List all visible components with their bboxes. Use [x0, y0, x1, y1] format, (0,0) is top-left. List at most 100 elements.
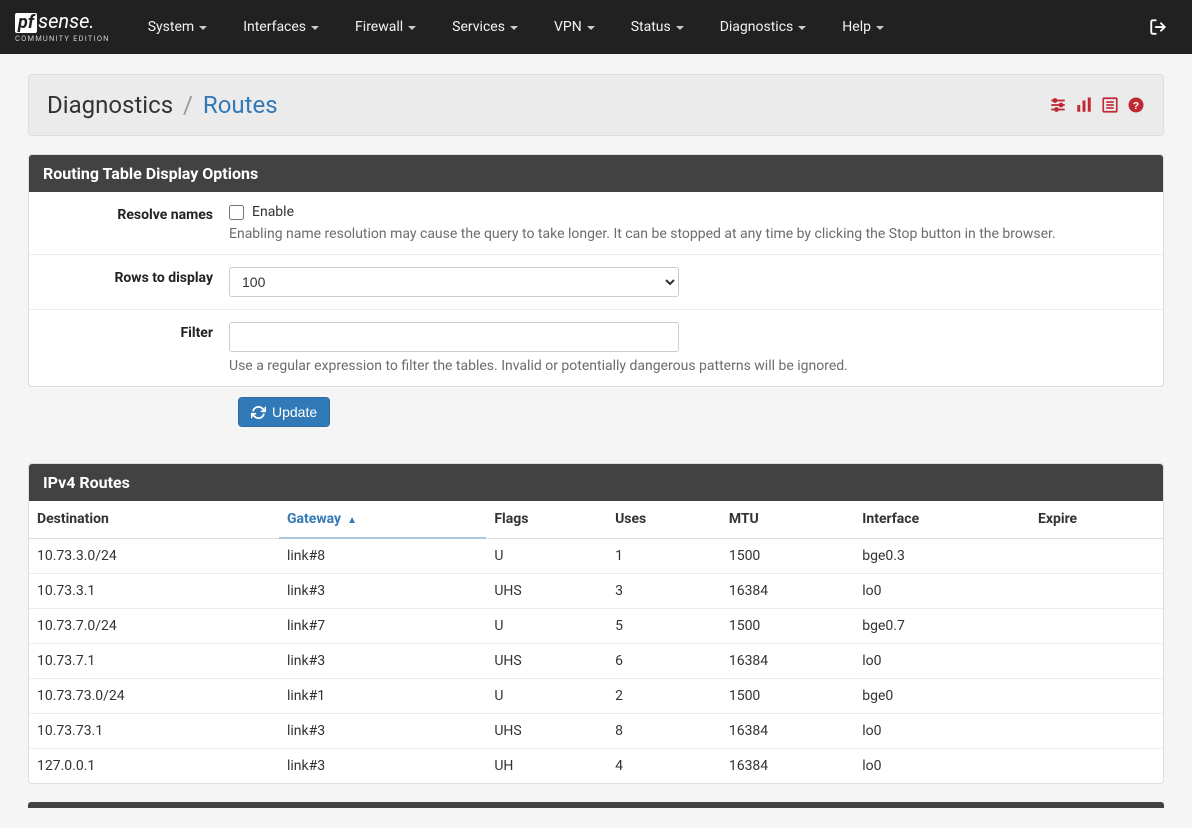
nav-item-system[interactable]: System	[130, 2, 225, 52]
col-destination[interactable]: Destination	[29, 501, 279, 538]
cell-gateway: link#3	[279, 749, 486, 784]
cell-uses: 6	[607, 644, 721, 679]
cell-destination: 10.73.3.1	[29, 574, 279, 609]
cell-mtu: 16384	[721, 714, 854, 749]
ipv4-routes-table: Destination Gateway▲ Flags Uses MTU Inte…	[29, 501, 1163, 783]
cell-uses: 2	[607, 679, 721, 714]
breadcrumb-current[interactable]: Routes	[203, 91, 278, 119]
caret-down-icon	[798, 26, 806, 30]
breadcrumb-section[interactable]: Diagnostics	[47, 91, 173, 119]
nav-item-label: Interfaces	[243, 19, 306, 35]
update-button[interactable]: Update	[238, 397, 330, 427]
nav-item-label: System	[148, 19, 194, 35]
table-row[interactable]: 10.73.3.1link#3UHS316384lo0	[29, 574, 1163, 609]
table-row[interactable]: 10.73.3.0/24link#8U11500bge0.3	[29, 538, 1163, 574]
cell-expire	[1030, 679, 1163, 714]
resolve-names-checkbox[interactable]	[229, 205, 244, 220]
table-header-row: Destination Gateway▲ Flags Uses MTU Inte…	[29, 501, 1163, 538]
cell-gateway: link#8	[279, 538, 486, 574]
cell-mtu: 1500	[721, 679, 854, 714]
nav-item-label: Status	[631, 19, 671, 35]
table-row[interactable]: 127.0.0.1link#3UH416384lo0	[29, 749, 1163, 784]
cell-mtu: 1500	[721, 538, 854, 574]
breadcrumb-separator: /	[183, 91, 193, 119]
col-uses[interactable]: Uses	[607, 501, 721, 538]
cell-interface: lo0	[854, 574, 1030, 609]
cell-interface: lo0	[854, 749, 1030, 784]
next-panel-edge	[28, 802, 1164, 808]
caret-down-icon	[408, 26, 416, 30]
nav-item-interfaces[interactable]: Interfaces	[225, 2, 337, 52]
cell-uses: 4	[607, 749, 721, 784]
cell-flags: UH	[486, 749, 607, 784]
col-expire[interactable]: Expire	[1030, 501, 1163, 538]
nav-item-label: Firewall	[355, 19, 403, 35]
nav-item-label: Help	[842, 19, 871, 35]
table-row[interactable]: 10.73.73.1link#3UHS816384lo0	[29, 714, 1163, 749]
cell-flags: UHS	[486, 714, 607, 749]
rows-to-display-label: Rows to display	[39, 267, 229, 286]
col-flags[interactable]: Flags	[486, 501, 607, 538]
cell-expire	[1030, 609, 1163, 644]
cell-uses: 3	[607, 574, 721, 609]
cell-destination: 10.73.73.1	[29, 714, 279, 749]
resolve-names-label: Resolve names	[39, 204, 229, 223]
cell-mtu: 16384	[721, 749, 854, 784]
table-row[interactable]: 10.73.73.0/24link#1U21500bge0	[29, 679, 1163, 714]
options-panel: Routing Table Display Options Resolve na…	[28, 154, 1164, 387]
filter-input[interactable]	[229, 322, 679, 352]
cell-destination: 10.73.73.0/24	[29, 679, 279, 714]
cell-interface: bge0.7	[854, 609, 1030, 644]
col-interface[interactable]: Interface	[854, 501, 1030, 538]
table-row[interactable]: 10.73.7.0/24link#7U51500bge0.7	[29, 609, 1163, 644]
cell-destination: 10.73.7.1	[29, 644, 279, 679]
cell-expire	[1030, 749, 1163, 784]
rows-to-display-row: Rows to display 100	[29, 255, 1163, 310]
nav-item-label: Diagnostics	[720, 19, 794, 35]
resolve-names-row: Resolve names Enable Enabling name resol…	[29, 192, 1163, 255]
logo[interactable]: pfsense. COMMUNITY EDITION	[15, 11, 110, 43]
chart-icon[interactable]	[1075, 96, 1093, 114]
breadcrumb: Diagnostics / Routes	[47, 91, 278, 119]
help-icon[interactable]: ?	[1127, 96, 1145, 114]
nav-item-diagnostics[interactable]: Diagnostics	[702, 2, 825, 52]
nav-item-label: VPN	[554, 19, 582, 35]
cell-interface: bge0	[854, 679, 1030, 714]
nav-item-firewall[interactable]: Firewall	[337, 2, 434, 52]
cell-gateway: link#1	[279, 679, 486, 714]
logout-button[interactable]	[1139, 8, 1177, 46]
cell-flags: U	[486, 538, 607, 574]
caret-down-icon	[676, 26, 684, 30]
cell-gateway: link#3	[279, 644, 486, 679]
col-gateway[interactable]: Gateway▲	[279, 501, 486, 538]
header-icons: ?	[1049, 96, 1145, 114]
svg-text:?: ?	[1133, 100, 1139, 112]
cell-destination: 127.0.0.1	[29, 749, 279, 784]
button-row: Update	[28, 387, 1164, 445]
ipv4-routes-title: IPv4 Routes	[29, 464, 1163, 501]
nav-item-vpn[interactable]: VPN	[536, 2, 613, 52]
table-row[interactable]: 10.73.7.1link#3UHS616384lo0	[29, 644, 1163, 679]
col-mtu[interactable]: MTU	[721, 501, 854, 538]
cell-interface: bge0.3	[854, 538, 1030, 574]
top-navbar: pfsense. COMMUNITY EDITION System Interfa…	[0, 0, 1192, 54]
caret-down-icon	[199, 26, 207, 30]
cell-destination: 10.73.7.0/24	[29, 609, 279, 644]
resolve-names-help: Enabling name resolution may cause the q…	[229, 226, 1153, 242]
nav-item-services[interactable]: Services	[434, 2, 536, 52]
sliders-icon[interactable]	[1049, 96, 1067, 114]
cell-gateway: link#7	[279, 609, 486, 644]
resolve-names-checkbox-wrap[interactable]: Enable	[229, 204, 1153, 220]
filter-help: Use a regular expression to filter the t…	[229, 358, 1153, 374]
caret-down-icon	[510, 26, 518, 30]
rows-to-display-select[interactable]: 100	[229, 267, 679, 297]
log-icon[interactable]	[1101, 96, 1119, 114]
logo-edition: COMMUNITY EDITION	[15, 35, 110, 43]
cell-gateway: link#3	[279, 574, 486, 609]
nav-item-help[interactable]: Help	[824, 2, 902, 52]
nav-item-status[interactable]: Status	[613, 2, 702, 52]
refresh-icon	[251, 405, 266, 420]
cell-expire	[1030, 644, 1163, 679]
cell-destination: 10.73.3.0/24	[29, 538, 279, 574]
logout-icon	[1149, 18, 1167, 36]
